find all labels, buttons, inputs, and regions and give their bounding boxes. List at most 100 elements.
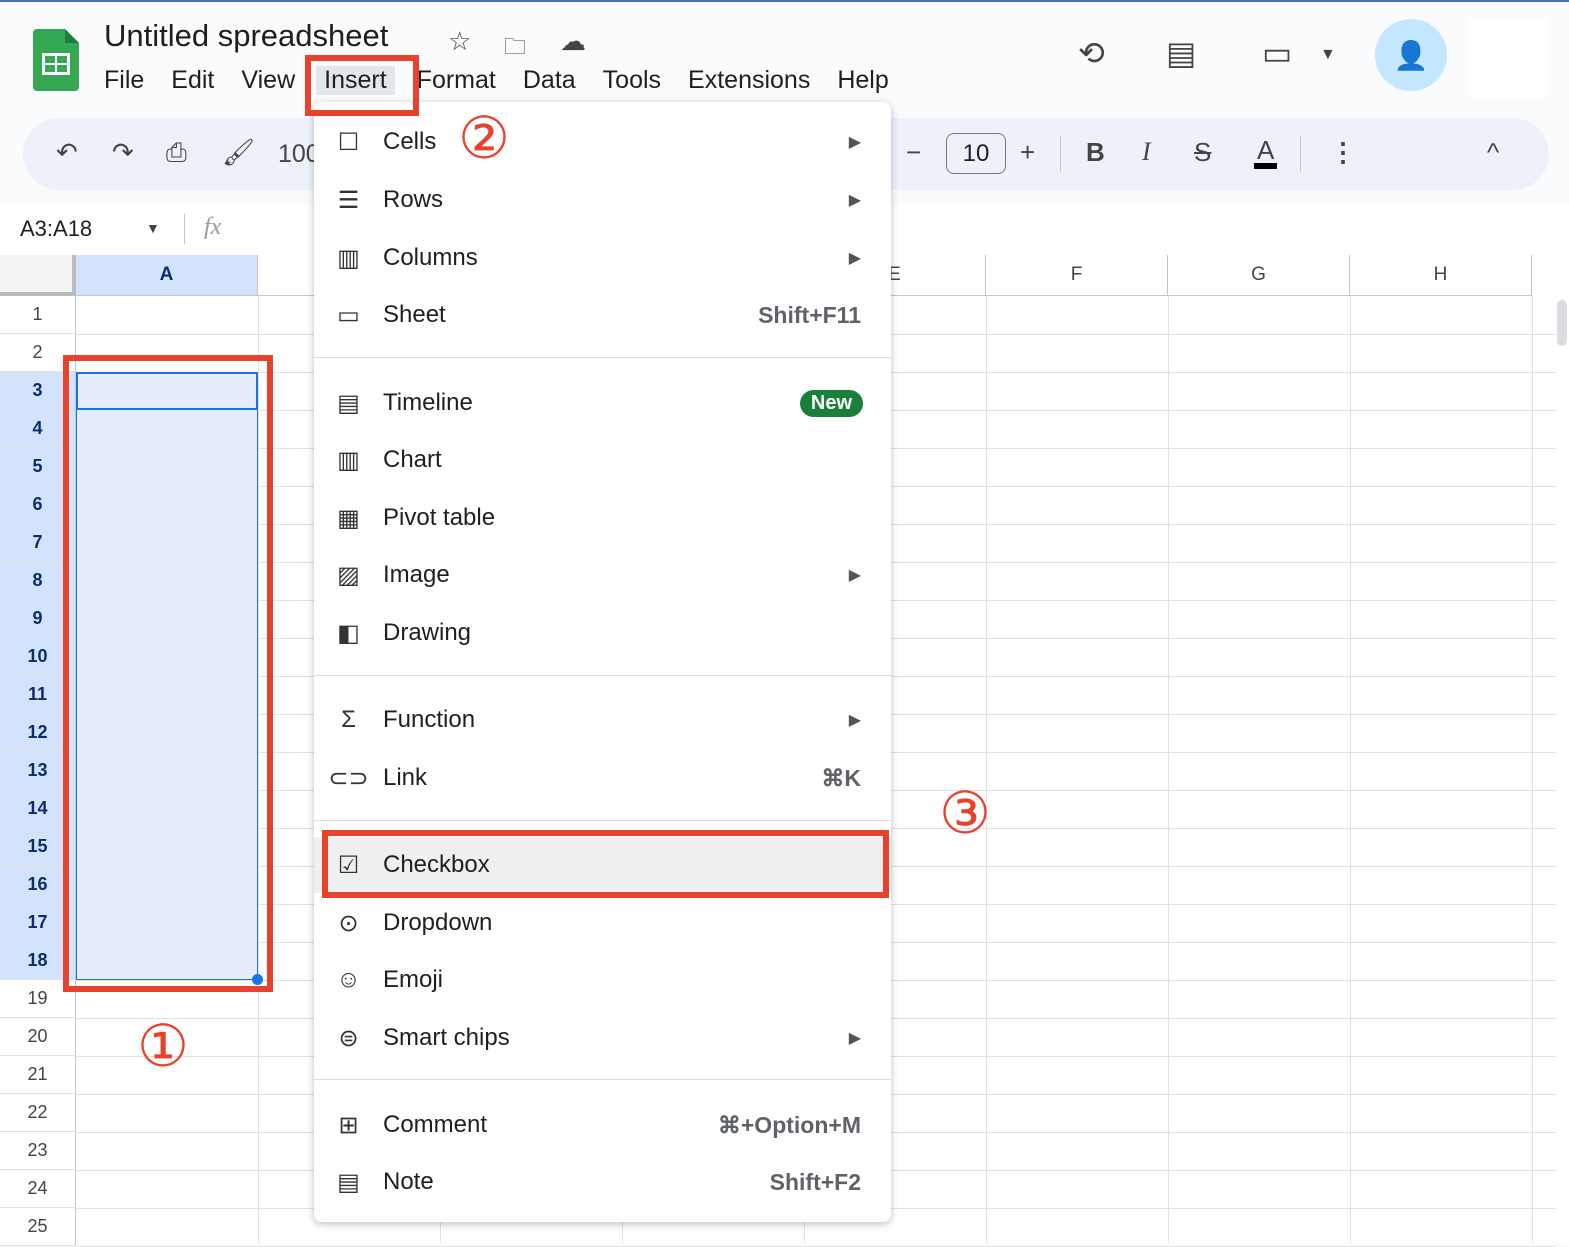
- meet-icon[interactable]: ▭: [1262, 34, 1292, 72]
- strikethrough-icon[interactable]: S: [1194, 137, 1211, 168]
- submenu-arrow-icon: ▶: [848, 250, 861, 267]
- menu-item-label: Image: [383, 561, 450, 588]
- divider: [1300, 136, 1301, 172]
- text-color-icon[interactable]: A: [1254, 137, 1278, 169]
- paint-format-icon[interactable]: 🖌: [222, 137, 255, 168]
- menu-item-image[interactable]: ▨ Image ▶: [314, 547, 891, 603]
- menu-separator: [314, 1079, 891, 1080]
- menu-item-rows[interactable]: ☰ Rows ▶: [314, 172, 891, 228]
- submenu-arrow-icon: ▶: [848, 134, 861, 151]
- menu-item-sheet[interactable]: ▭ Sheet Shift+F11: [314, 287, 891, 343]
- annotation-step-2: ②: [458, 106, 510, 171]
- submenu-arrow-icon: ▶: [848, 567, 861, 584]
- smart-chips-icon: ⊜: [338, 1024, 359, 1052]
- row-header[interactable]: 25: [0, 1208, 76, 1246]
- column-header[interactable]: H: [1350, 255, 1532, 296]
- undo-icon[interactable]: ↶: [56, 137, 78, 168]
- annotation-step-3: ③: [939, 781, 991, 846]
- column-header[interactable]: F: [986, 255, 1168, 296]
- menu-bar: File Edit View Insert Format Data Tools …: [104, 66, 916, 95]
- menu-item-label: Emoji: [383, 966, 444, 993]
- menu-item-note[interactable]: ▤ Note Shift+F2: [314, 1154, 891, 1210]
- menu-item-link[interactable]: ⊂⊃ Link ⌘K: [314, 750, 891, 806]
- menu-item-label: Link: [383, 764, 428, 791]
- column-header[interactable]: G: [1168, 255, 1350, 296]
- collapse-toolbar-icon[interactable]: ^: [1487, 137, 1499, 168]
- sheets-logo[interactable]: [33, 29, 79, 91]
- menu-item-chart[interactable]: ▥ Chart: [314, 432, 891, 488]
- italic-icon[interactable]: I: [1142, 137, 1151, 167]
- menu-view[interactable]: View: [241, 66, 295, 95]
- menu-edit[interactable]: Edit: [171, 66, 214, 95]
- submenu-arrow-icon: ▶: [848, 192, 861, 209]
- move-folder-icon[interactable]: 🗀: [504, 30, 526, 68]
- menu-help[interactable]: Help: [837, 66, 888, 95]
- redo-icon[interactable]: ↷: [112, 137, 134, 168]
- dropdown-icon: ⊙: [338, 909, 359, 937]
- select-all-corner[interactable]: [0, 255, 76, 296]
- fx-icon: fx: [204, 214, 222, 240]
- menu-item-emoji[interactable]: ☺ Emoji: [314, 952, 891, 1008]
- share-button[interactable]: 👤: [1375, 19, 1447, 91]
- name-box-dropdown-icon[interactable]: ▼: [146, 220, 160, 236]
- insert-menu: ☐ Cells ▶ ☰ Rows ▶ ▥ Columns ▶ ▭ Sheet Shift+F11 ▤ Ti…: [314, 102, 891, 1222]
- print-icon[interactable]: ⎙: [166, 137, 187, 169]
- row-header[interactable]: 20: [0, 1018, 76, 1056]
- vertical-scrollbar[interactable]: [1557, 300, 1567, 346]
- sigma-icon: Σ: [341, 706, 356, 733]
- font-size-input[interactable]: 10: [946, 133, 1006, 174]
- menu-item-pivot-table[interactable]: ▦ Pivot table: [314, 490, 891, 546]
- comments-icon[interactable]: ▤: [1166, 34, 1196, 72]
- account-area[interactable]: [1467, 18, 1549, 98]
- menu-file[interactable]: File: [104, 66, 144, 95]
- column-gridline: [986, 296, 987, 1243]
- drawing-icon: ◧: [337, 619, 360, 647]
- menu-item-comment[interactable]: ⊞ Comment ⌘+Option+M: [314, 1097, 891, 1153]
- meet-dropdown-icon[interactable]: ▼: [1320, 46, 1336, 64]
- menu-tools[interactable]: Tools: [603, 66, 661, 95]
- menu-item-dropdown[interactable]: ⊙ Dropdown: [314, 895, 891, 951]
- row-header[interactable]: 23: [0, 1132, 76, 1170]
- menu-item-columns[interactable]: ▥ Columns ▶: [314, 230, 891, 286]
- row-header[interactable]: 21: [0, 1056, 76, 1094]
- menu-item-label: Smart chips: [383, 1024, 510, 1051]
- name-box[interactable]: A3:A18: [20, 216, 92, 242]
- menu-format[interactable]: Format: [417, 66, 496, 95]
- row-header[interactable]: 22: [0, 1094, 76, 1132]
- menu-item-smart-chips[interactable]: ⊜ Smart chips ▶: [314, 1010, 891, 1066]
- menu-item-drawing[interactable]: ◧ Drawing: [314, 605, 891, 661]
- menu-item-label: Dropdown: [383, 909, 493, 936]
- chart-icon: ▥: [337, 446, 360, 474]
- shortcut: ⌘K: [821, 764, 861, 791]
- menu-item-label: Columns: [383, 244, 478, 271]
- column-gridline: [1350, 296, 1351, 1243]
- menu-item-function[interactable]: Σ Function ▶: [314, 692, 891, 748]
- row-header[interactable]: 24: [0, 1170, 76, 1208]
- menu-separator: [314, 820, 891, 821]
- shortcut: Shift+F11: [758, 301, 861, 328]
- rows-icon: ☰: [337, 186, 360, 214]
- menu-extensions[interactable]: Extensions: [688, 66, 810, 95]
- square-icon: ☐: [337, 128, 360, 156]
- star-icon[interactable]: ☆: [448, 26, 471, 57]
- menu-item-label: Timeline: [383, 389, 473, 416]
- bold-icon[interactable]: B: [1086, 137, 1105, 168]
- divider: [1060, 136, 1061, 172]
- menu-item-timeline[interactable]: ▤ Timeline New: [314, 375, 891, 431]
- pivot-table-icon: ▦: [337, 504, 360, 532]
- submenu-arrow-icon: ▶: [848, 1030, 861, 1047]
- menu-item-label: Chart: [383, 446, 442, 473]
- menu-data[interactable]: Data: [523, 66, 576, 95]
- menu-item-label: Rows: [383, 186, 444, 213]
- menu-item-cells[interactable]: ☐ Cells ▶: [314, 114, 891, 170]
- new-badge: New: [799, 389, 863, 417]
- version-history-icon[interactable]: ⟲: [1078, 34, 1105, 72]
- column-header[interactable]: A: [76, 255, 258, 296]
- increase-font-size-icon[interactable]: +: [1020, 137, 1035, 168]
- sheet-icon: ▭: [337, 301, 360, 329]
- row-header[interactable]: 1: [0, 296, 76, 334]
- more-options-icon[interactable]: ⋮: [1330, 137, 1356, 168]
- document-title[interactable]: Untitled spreadsheet: [104, 18, 388, 54]
- decrease-font-size-icon[interactable]: −: [906, 137, 921, 168]
- cloud-saved-icon[interactable]: ☁: [560, 26, 586, 57]
